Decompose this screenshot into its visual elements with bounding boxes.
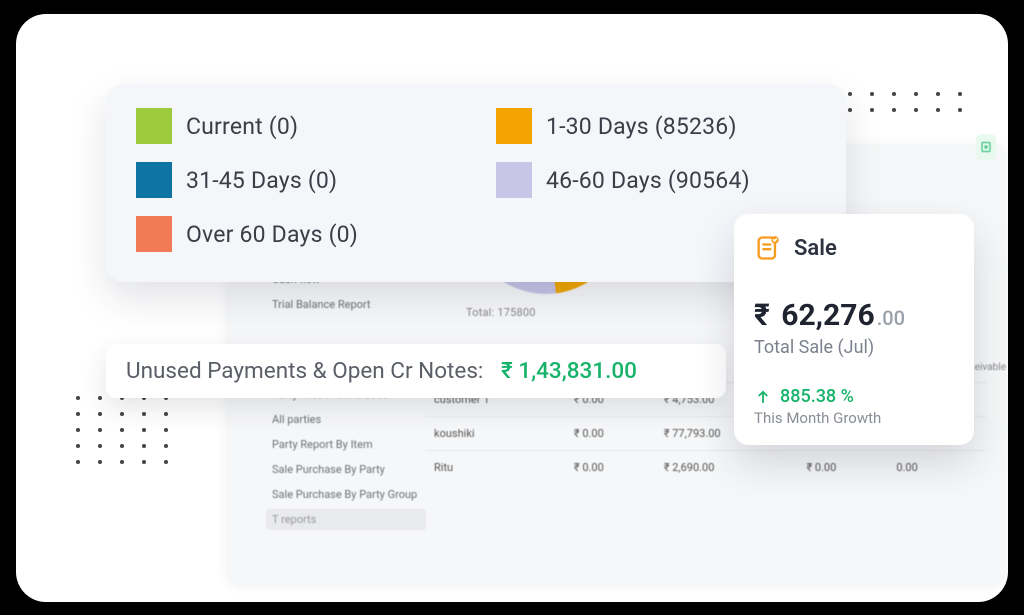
sale-growth-pct: 885.38 % bbox=[780, 386, 854, 407]
unused-payments-label: Unused Payments & Open Cr Notes: bbox=[126, 358, 483, 384]
unused-payments-amount: ₹ 1,43,831.00 bbox=[501, 358, 637, 384]
report-sidebar-lower: Party wise Profit & Loss All parties Par… bbox=[266, 384, 426, 530]
cell-amount: ₹ 0.00 bbox=[566, 451, 656, 485]
sale-summary-card: Sale ₹ 62,276 .00 Total Sale (Jul) 885.3… bbox=[734, 214, 974, 445]
swatch-over-60 bbox=[136, 216, 172, 252]
legend-label: 46-60 Days (90564) bbox=[546, 167, 750, 194]
sale-amount: ₹ 62,276 .00 bbox=[754, 298, 954, 333]
legend-item-over-60: Over 60 Days (0) bbox=[136, 210, 456, 258]
sale-currency: ₹ bbox=[754, 298, 770, 333]
cell-amount: ₹ 2,690.00 bbox=[656, 451, 799, 485]
swatch-1-30 bbox=[496, 108, 532, 144]
excel-icon bbox=[980, 141, 992, 153]
cell-party: koushiki bbox=[426, 417, 566, 451]
legend-item-current: Current (0) bbox=[136, 102, 456, 150]
cell-amount: ₹ 0.00 bbox=[566, 417, 656, 451]
cell-party: Ritu bbox=[426, 451, 566, 485]
table-row[interactable]: Ritu ₹ 0.00 ₹ 2,690.00 ₹ 0.00 0.00 bbox=[426, 451, 986, 485]
swatch-46-60 bbox=[496, 162, 532, 198]
decor-dots-mid-left bbox=[76, 396, 170, 466]
sale-amount-dec: .00 bbox=[877, 306, 905, 330]
sidebar-item-t-reports[interactable]: T reports bbox=[266, 509, 426, 530]
aging-chart-total: Total: 175800 bbox=[466, 306, 536, 319]
legend-label: 31-45 Days (0) bbox=[186, 167, 337, 194]
sale-card-title: Sale bbox=[794, 236, 837, 261]
sidebar-item-sale-purchase-by-party[interactable]: Sale Purchase By Party bbox=[266, 459, 426, 480]
cell-amount: ₹ 0.00 bbox=[798, 451, 888, 485]
unused-payments-pill: Unused Payments & Open Cr Notes: ₹ 1,43,… bbox=[106, 344, 726, 398]
sale-growth-label: This Month Growth bbox=[754, 409, 954, 427]
sale-subtitle: Total Sale (Jul) bbox=[754, 337, 954, 358]
swatch-current bbox=[136, 108, 172, 144]
legend-item-31-45: 31-45 Days (0) bbox=[136, 156, 456, 204]
receipt-icon bbox=[754, 234, 782, 262]
sidebar-item-trial-balance[interactable]: Trial Balance Report bbox=[266, 294, 406, 315]
sale-growth: 885.38 % bbox=[754, 386, 954, 407]
export-excel-button[interactable] bbox=[976, 134, 996, 160]
sale-amount-int: 62,276 bbox=[781, 298, 874, 333]
decor-dots-top-right bbox=[826, 92, 964, 114]
legend-item-1-30: 1-30 Days (85236) bbox=[496, 102, 816, 150]
legend-label: Over 60 Days (0) bbox=[186, 221, 358, 248]
swatch-31-45 bbox=[136, 162, 172, 198]
legend-label: 1-30 Days (85236) bbox=[546, 113, 737, 140]
arrow-up-icon bbox=[754, 388, 772, 406]
sidebar-item-sale-purchase-by-party-group[interactable]: Sale Purchase By Party Group bbox=[266, 484, 426, 505]
sidebar-item-all-parties[interactable]: All parties bbox=[266, 409, 426, 430]
cell-amount: 0.00 bbox=[888, 451, 986, 485]
sidebar-item-party-report-by-item[interactable]: Party Report By Item bbox=[266, 434, 426, 455]
dashboard-canvas: Sale Aging Cash flow Trial Balance Repor… bbox=[16, 14, 1008, 602]
legend-item-46-60: 46-60 Days (90564) bbox=[496, 156, 816, 204]
legend-label: Current (0) bbox=[186, 113, 298, 140]
